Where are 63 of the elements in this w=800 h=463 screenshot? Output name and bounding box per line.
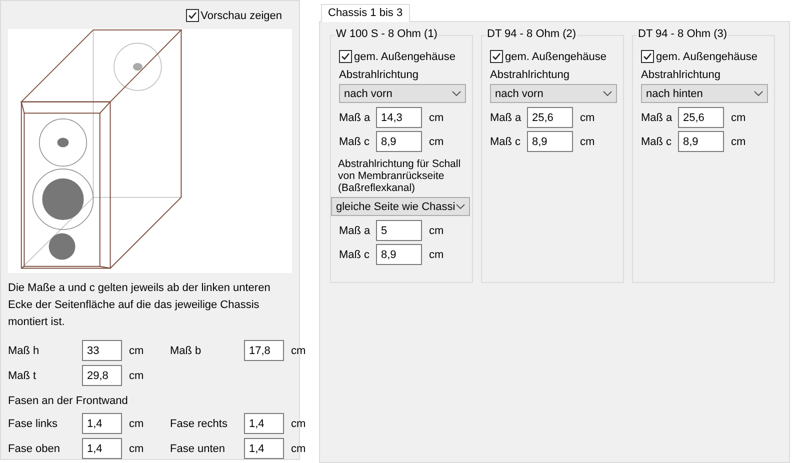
field-label: Maß b <box>170 344 202 356</box>
input-field[interactable]: 1,4 <box>244 438 284 459</box>
field-label: Fase oben <box>8 442 61 454</box>
unit-label: cm <box>730 136 747 148</box>
field-label: Maß a <box>490 112 522 124</box>
field-label: Maß c <box>641 136 673 148</box>
rear-direction-label: Abstrahlrichtung für Schall von Membranrückseite (Baßreflexkanal) <box>338 158 462 194</box>
direction-label: Abstrahlrichtung <box>641 69 722 81</box>
input-field[interactable]: 25,6 <box>678 107 724 128</box>
unit-label: cm <box>428 136 445 148</box>
direction-label: Abstrahlrichtung <box>490 69 570 81</box>
input-field[interactable]: 14,3 <box>376 107 422 128</box>
checkbox-label[interactable]: gem. Außengehäuse <box>656 50 758 62</box>
input-field[interactable]: 1,4 <box>82 413 122 434</box>
info-text: Die Maße a und c gelten jeweils ab der linken unteren Ecke der Seitenfläche auf die das jeweilige Chassis montiert ist. <box>8 281 272 330</box>
unit-label: cm <box>128 442 145 454</box>
input-field[interactable]: 25,6 <box>527 107 573 128</box>
unit-label: cm <box>290 442 307 454</box>
input-field[interactable]: 29,8 <box>82 365 122 386</box>
field-label: Fase unten <box>170 442 226 454</box>
field-label: Maß a <box>339 224 372 237</box>
unit-label: cm <box>128 344 145 356</box>
checkbox-label[interactable]: Vorschau zeigen <box>200 10 282 22</box>
checkbox-label[interactable]: gem. Außengehäuse <box>505 50 607 62</box>
unit-label: cm <box>730 112 747 124</box>
group-title: W 100 S - 8 Ohm (1) <box>335 28 438 40</box>
unit-label: cm <box>290 344 307 356</box>
unit-label: cm <box>428 248 445 261</box>
field-label: Fase rechts <box>170 418 228 430</box>
input-field[interactable]: 33 <box>82 340 122 361</box>
unit-label: cm <box>579 136 596 148</box>
input-field[interactable]: 1,4 <box>82 438 122 459</box>
direction-label: Abstrahlrichtung <box>339 69 420 81</box>
input-field[interactable]: 5 <box>376 220 422 242</box>
unit-label: cm <box>128 418 145 430</box>
direction-dropdown[interactable]: nach vorn <box>339 84 466 103</box>
field-label: Maß t <box>8 370 38 382</box>
field-label: Maß c <box>339 136 371 148</box>
direction-dropdown[interactable]: gleiche Seite wie Chassi <box>331 197 470 216</box>
direction-dropdown[interactable]: nach vorn <box>490 84 617 103</box>
input-field[interactable]: 8,9 <box>376 131 422 152</box>
unit-label: cm <box>428 112 445 124</box>
field-label: Maß c <box>339 248 371 261</box>
field-label: Maß h <box>8 344 40 356</box>
group-title: DT 94 - 8 Ohm (3) <box>637 28 728 40</box>
field-label: Fase links <box>8 418 59 430</box>
input-field[interactable]: 8,9 <box>678 131 724 152</box>
direction-dropdown[interactable]: nach hinten <box>641 84 768 103</box>
unit-label: cm <box>579 112 596 124</box>
checkbox-label[interactable]: gem. Außengehäuse <box>354 50 456 62</box>
field-label: Maß a <box>641 112 674 124</box>
input-field[interactable]: 8,9 <box>376 244 422 266</box>
field-label: Maß a <box>339 112 372 124</box>
unit-label: cm <box>428 224 445 237</box>
unit-label: cm <box>128 370 145 382</box>
field-label: Maß c <box>490 136 522 148</box>
unit-label: cm <box>290 418 307 430</box>
group-title: DT 94 - 8 Ohm (2) <box>486 28 578 40</box>
input-field[interactable]: 8,9 <box>527 131 573 152</box>
section-title: Fasen an der Frontwand <box>8 395 129 407</box>
input-field[interactable]: 1,4 <box>244 413 284 434</box>
input-field[interactable]: 17,8 <box>244 340 284 361</box>
tab[interactable]: Chassis 1 bis 3 <box>321 4 410 22</box>
